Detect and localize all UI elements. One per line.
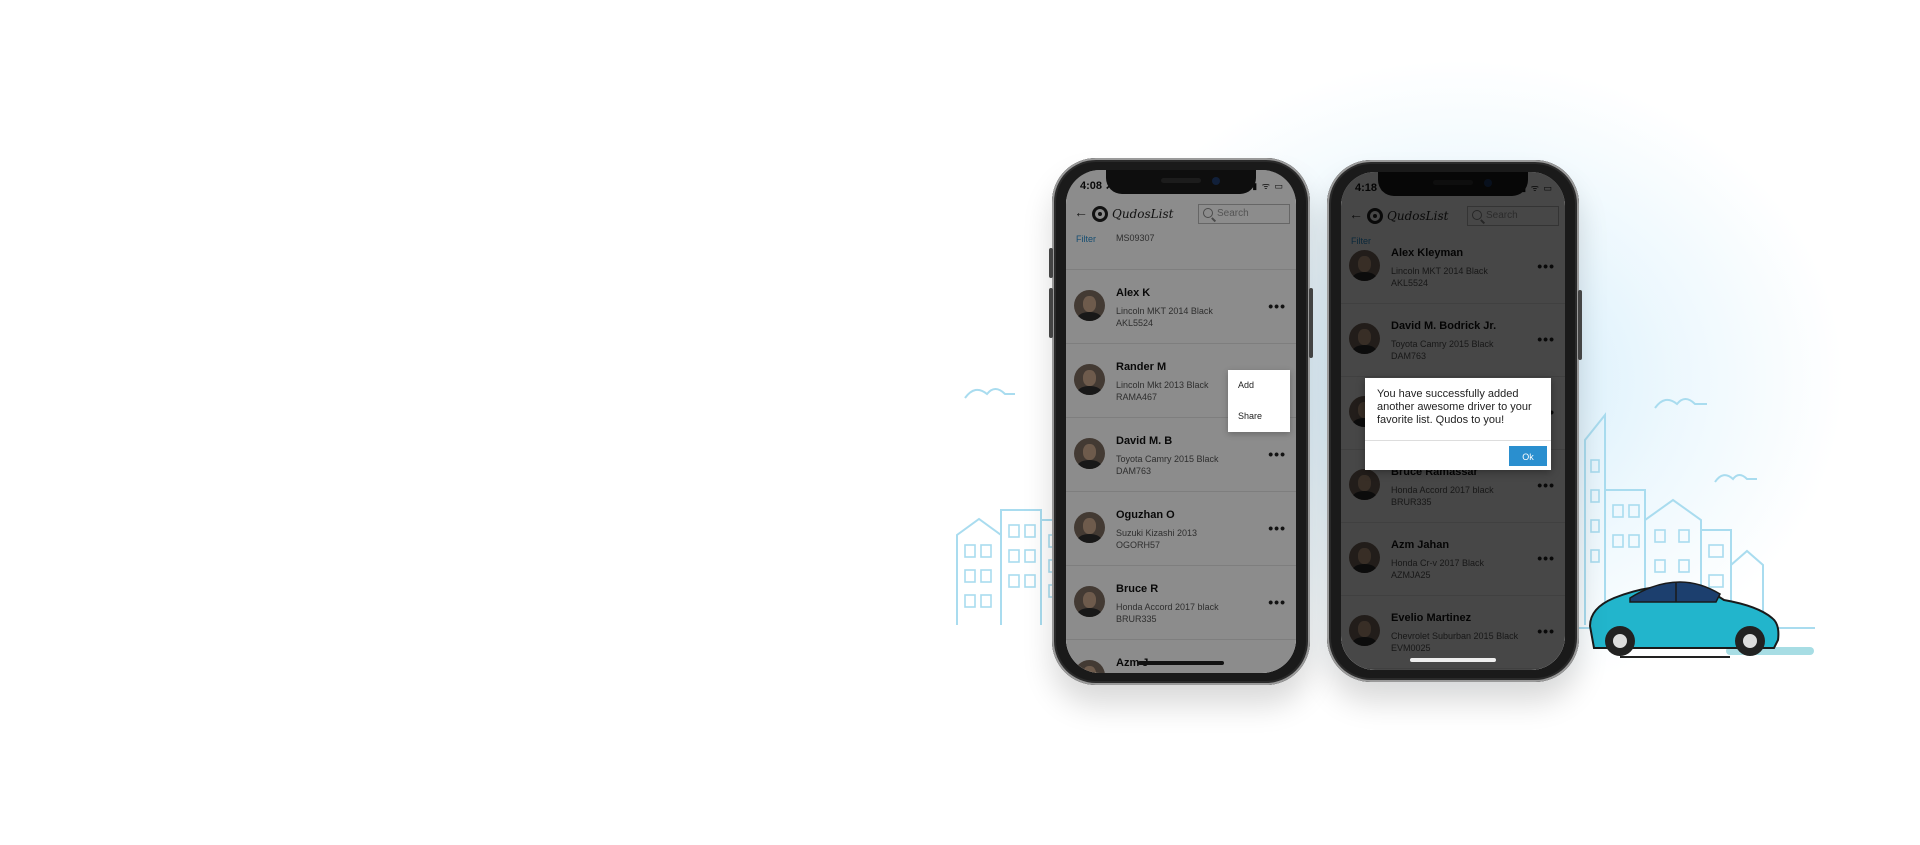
avatar [1349, 542, 1380, 573]
avatar [1349, 250, 1380, 281]
search-input[interactable]: Search [1198, 204, 1290, 224]
home-indicator [1138, 661, 1224, 665]
driver-name: Alex K [1116, 287, 1151, 299]
ok-button[interactable]: Ok [1509, 446, 1547, 466]
app-header: ← QudosList Search [1341, 200, 1565, 232]
driver-name: Rander M [1116, 361, 1167, 373]
driver-details: Suzuki Kizashi 2013 OGORH57 [1116, 528, 1198, 550]
avatar [1074, 586, 1105, 617]
avatar [1074, 364, 1105, 395]
driver-details: Lincoln MKT 2014 Black AKL5524 [1391, 266, 1488, 288]
back-arrow-icon[interactable]: ← [1074, 204, 1088, 220]
driver-details: Lincoln MKT 2014 Black AKL5524 [1116, 306, 1213, 328]
context-menu: Add Share [1228, 370, 1290, 432]
left-phone: 4:08 ➚ ▮▮ ᯤ ▭ ← QudosList Search Filter … [1049, 158, 1313, 685]
avatar [1349, 323, 1380, 354]
driver-name: Evelio Martinez [1391, 612, 1472, 624]
logo-text: QudosList [1112, 207, 1174, 221]
more-options-icon[interactable]: ••• [1268, 298, 1286, 314]
logo-mark-icon [1092, 206, 1108, 222]
driver-plate: MS09307 [1116, 233, 1155, 243]
avatar [1349, 615, 1380, 646]
right-phone: 4:18 ➚ ▮▮ ᯤ ▭ ← QudosList Search Filter … [1327, 160, 1582, 682]
driver-details: Honda Cr-v 2017 Black AZMJA25 [1391, 558, 1485, 580]
qudoslist-logo: QudosList [1092, 203, 1173, 225]
taxi-car-illustration [1580, 556, 1820, 671]
list-item[interactable]: Alex Kleyman Lincoln MKT 2014 Black AKL55… [1341, 230, 1565, 304]
more-options-icon[interactable]: ••• [1537, 550, 1555, 566]
driver-name: Azm Jahan [1391, 539, 1450, 551]
driver-details: Chevrolet Suburban 2015 Black EVM0025 [1391, 631, 1519, 653]
more-options-icon[interactable]: ••• [1268, 446, 1286, 462]
avatar [1074, 660, 1105, 673]
logo-mark-icon [1367, 208, 1383, 224]
menu-item-add[interactable]: Add [1238, 380, 1254, 390]
more-options-icon[interactable]: ••• [1537, 623, 1555, 639]
list-item[interactable]: Azm Jahan Honda Cr-v 2017 Black AZMJA25 •… [1341, 522, 1565, 596]
list-item[interactable]: David M. Bodrick Jr. Toyota Camry 2015 B… [1341, 303, 1565, 377]
search-placeholder: Search [1217, 208, 1249, 219]
list-item[interactable]: Oguzhan O Suzuki Kizashi 2013 OGORH57 ••• [1066, 492, 1296, 566]
left-phone-screen: 4:08 ➚ ▮▮ ᯤ ▭ ← QudosList Search Filter … [1066, 170, 1296, 673]
app-header: ← QudosList Search [1066, 198, 1296, 230]
dialog-divider [1365, 440, 1551, 441]
more-options-icon[interactable]: ••• [1268, 594, 1286, 610]
search-icon [1203, 208, 1213, 218]
avatar [1074, 290, 1105, 321]
driver-details: Toyota Camry 2015 Black DAM763 [1116, 454, 1219, 476]
avatar [1074, 438, 1105, 469]
more-options-icon[interactable]: ••• [1537, 477, 1555, 493]
logo-text: QudosList [1387, 209, 1449, 223]
more-options-icon[interactable]: ••• [1537, 331, 1555, 347]
qudoslist-logo: QudosList [1367, 205, 1448, 227]
driver-details: Honda Accord 2017 black BRUR335 [1391, 485, 1494, 507]
list-item[interactable]: Alex K Lincoln MKT 2014 Black AKL5524 ••• [1066, 270, 1296, 344]
search-input[interactable]: Search [1467, 206, 1559, 226]
avatar [1074, 512, 1105, 543]
list-item[interactable]: Bruce R Honda Accord 2017 black BRUR335 •… [1066, 566, 1296, 640]
driver-list: MS09307 Alex K Lincoln MKT 2014 Black AKL… [1066, 233, 1296, 673]
more-options-icon[interactable]: ••• [1537, 258, 1555, 274]
search-placeholder: Search [1486, 210, 1518, 221]
filter-link[interactable]: Filter [1351, 236, 1371, 246]
home-indicator [1410, 658, 1496, 662]
more-options-icon[interactable]: ••• [1268, 520, 1286, 536]
driver-name: David M. Bodrick Jr. [1391, 320, 1497, 332]
list-item[interactable]: Azm J [1066, 640, 1296, 673]
menu-item-share[interactable]: Share [1238, 411, 1262, 421]
back-arrow-icon[interactable]: ← [1349, 206, 1363, 222]
success-dialog: You have successfully added another awes… [1365, 378, 1551, 470]
driver-details: Toyota Camry 2015 Black DAM763 [1391, 339, 1494, 361]
driver-name: Alex Kleyman [1391, 247, 1464, 259]
dialog-message: You have successfully added another awes… [1377, 388, 1532, 426]
driver-name: David M. B [1116, 435, 1173, 447]
driver-name: Oguzhan O [1116, 509, 1175, 521]
driver-name: Bruce R [1116, 583, 1159, 595]
search-icon [1472, 210, 1482, 220]
driver-details: Lincoln Mkt 2013 Black RAMA467 [1116, 380, 1209, 402]
right-phone-screen: 4:18 ➚ ▮▮ ᯤ ▭ ← QudosList Search Filter … [1341, 172, 1565, 670]
filter-link[interactable]: Filter [1076, 234, 1096, 244]
avatar [1349, 469, 1380, 500]
driver-details: Honda Accord 2017 black BRUR335 [1116, 602, 1219, 624]
